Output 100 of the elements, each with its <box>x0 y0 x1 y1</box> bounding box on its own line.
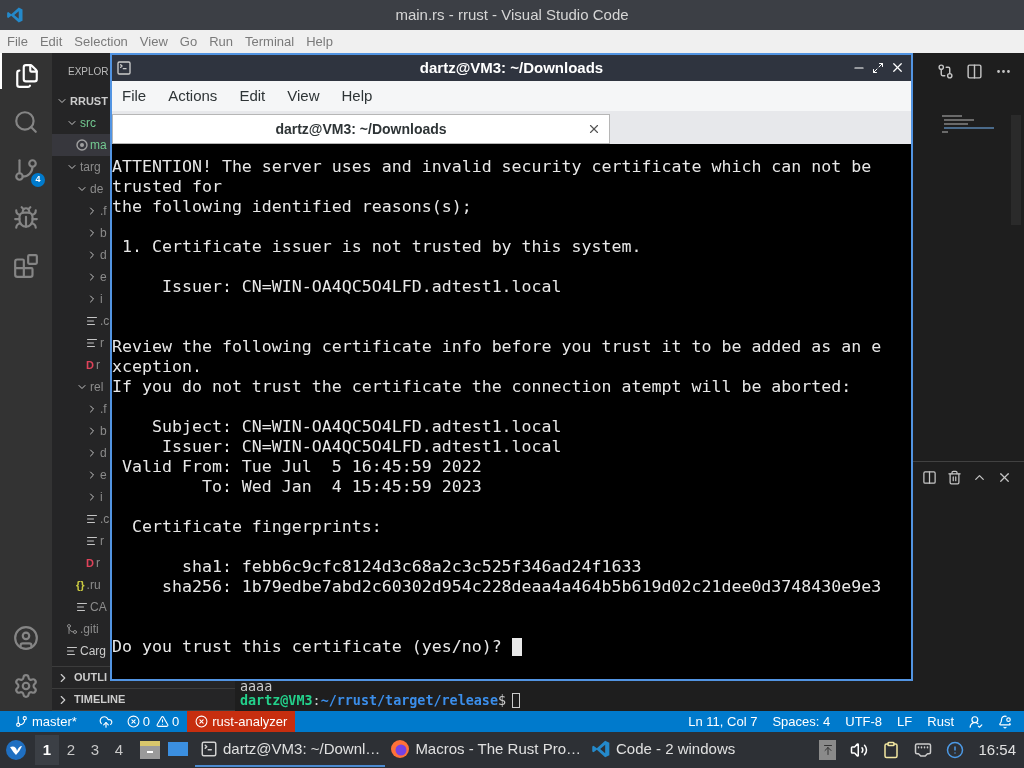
tree-item[interactable]: .f <box>52 398 110 420</box>
menu-item[interactable]: Help <box>341 84 373 108</box>
tree-item[interactable]: targ <box>52 156 110 178</box>
terminal-line: ATTENTION! The server uses and invalid security certificate which can not be <box>112 157 873 177</box>
close-icon[interactable] <box>890 60 905 75</box>
file-cabinet-icon[interactable] <box>139 740 161 760</box>
bell-icon[interactable] <box>998 714 1012 729</box>
taskbar-button[interactable]: Macros - The Rust Pro… <box>385 733 586 767</box>
tree-item[interactable]: D r <box>52 354 110 376</box>
menu-item[interactable]: Actions <box>168 84 218 108</box>
branch-status[interactable]: master* <box>15 711 77 732</box>
desktop-icon[interactable] <box>167 740 189 760</box>
workspace-switch[interactable]: 4 <box>107 735 131 765</box>
problems-status[interactable]: 0 0 <box>126 711 180 732</box>
tree-item[interactable]: i <box>52 288 110 310</box>
terminal-line: sha1: febb6c9cfc8124d3c68a2c3c525f346ad24f1633 <box>180 557 643 577</box>
settings-icon[interactable] <box>13 673 39 699</box>
code-editor-icon <box>591 739 611 759</box>
tree-item[interactable]: r <box>52 530 110 552</box>
status-item[interactable]: Rust <box>927 711 954 732</box>
taskbar-button[interactable]: dartz@VM3: ~/Downl… <box>195 733 386 767</box>
terminal-line: Certificate fingerprints: <box>130 517 383 537</box>
branch-icon <box>15 715 28 728</box>
tree-item[interactable]: .c <box>52 310 110 332</box>
files-icon[interactable] <box>14 63 40 89</box>
compare-icon[interactable] <box>937 63 954 80</box>
tab-close-icon[interactable] <box>587 122 601 136</box>
menu-item[interactable]: Go <box>179 31 198 52</box>
terminal-line: Do you trust this certificate (yes/no)? <box>112 637 503 657</box>
menu-item[interactable]: Help <box>306 31 333 52</box>
split-terminal-icon[interactable] <box>922 469 937 485</box>
menu-item[interactable]: Edit <box>39 31 63 52</box>
menu-item[interactable]: View <box>287 84 320 108</box>
person-icon[interactable] <box>969 714 983 729</box>
tree-item[interactable]: b <box>52 420 110 442</box>
extensions-icon[interactable] <box>13 253 39 279</box>
terminal-line: If you do not trust the certificate the connection atempt will be aborted: <box>112 377 853 397</box>
workspace-switch[interactable]: 3 <box>83 735 107 765</box>
status-item[interactable]: LF <box>897 711 913 732</box>
workspace-switch[interactable]: 2 <box>59 735 83 765</box>
trash-icon[interactable] <box>947 469 962 485</box>
tree-item[interactable]: src <box>52 112 110 134</box>
tree-item[interactable]: i <box>52 486 110 508</box>
tree-item[interactable]: rel <box>52 376 110 398</box>
tree-item[interactable]: d <box>52 442 110 464</box>
notification-badge: 4 <box>31 173 45 187</box>
taskbar-button[interactable]: Code - 2 windows <box>586 733 741 767</box>
search-icon[interactable] <box>13 109 39 135</box>
tree-item[interactable]: e <box>52 266 110 288</box>
account-icon[interactable] <box>13 625 39 651</box>
terminal-line: Valid From: Tue Jul 5 16:45:59 2022 <box>121 457 483 477</box>
tree-item[interactable]: d <box>52 244 110 266</box>
tree-item[interactable]: .c <box>52 508 110 530</box>
sync-icon[interactable] <box>98 714 113 729</box>
error-icon <box>195 715 209 728</box>
git-icon <box>66 623 78 635</box>
tree-item[interactable]: de <box>52 178 110 200</box>
terminal-tab[interactable]: dartz@VM3: ~/Downloads <box>112 114 610 144</box>
workspace-switch[interactable]: 1 <box>35 735 59 765</box>
text-cursor <box>512 693 521 708</box>
tree-item[interactable]: CA <box>52 596 110 618</box>
tree-item[interactable]: .giti <box>52 618 110 640</box>
menu-item[interactable]: Terminal <box>245 31 295 52</box>
tree-item[interactable]: ma <box>52 134 110 156</box>
clipboard-icon[interactable] <box>882 741 901 759</box>
tree-item[interactable]: .f <box>52 200 110 222</box>
menu-item[interactable]: Edit <box>239 84 266 108</box>
terminal-line: sha256: 1b79edbe7abd2c60302d954c228deaa4a464b5b619d02c21dee0d3748430e9e3 <box>160 577 883 597</box>
tree-item[interactable]: e <box>52 464 110 486</box>
rust-analyzer-status[interactable]: rust-analyzer <box>187 711 296 732</box>
source-control-icon[interactable] <box>13 157 39 183</box>
menu-item[interactable]: View <box>139 31 168 52</box>
tree-item[interactable]: RRUST <box>52 90 110 112</box>
terminal-line: Review the following certificate info before you trust it to be added as an e <box>112 337 883 357</box>
menu-item[interactable]: Selection <box>74 31 128 52</box>
tree-item[interactable]: D r <box>52 552 110 574</box>
tree-item[interactable]: r <box>52 332 110 354</box>
tree-item[interactable]: Carg <box>52 640 110 662</box>
start-menu-icon[interactable] <box>5 739 27 761</box>
terminal-icon <box>116 60 132 76</box>
maximize-icon[interactable] <box>872 61 884 74</box>
menu-item[interactable]: Run <box>209 31 233 52</box>
debug-icon[interactable] <box>13 205 39 231</box>
prompt-symbol: $ <box>498 693 507 708</box>
tree-item[interactable]: {} .ru <box>52 574 110 596</box>
clock[interactable]: 16:54 <box>978 738 1016 762</box>
volume-icon[interactable] <box>850 741 869 759</box>
terminal-line: Issuer: CN=WIN-OA4QC5O4LFD.adtest1.local <box>160 437 563 457</box>
split-editor-icon[interactable] <box>966 63 983 80</box>
eject-button[interactable] <box>819 740 837 760</box>
menu-item[interactable]: File <box>122 84 147 108</box>
status-item[interactable]: Spaces: 4 <box>772 711 831 732</box>
file-lines-icon <box>66 645 78 657</box>
browser-icon <box>390 739 411 759</box>
status-item[interactable]: Ln 11, Col 7 <box>688 711 758 732</box>
status-item[interactable]: UTF-8 <box>845 711 883 732</box>
tree-item[interactable]: b <box>52 222 110 244</box>
notification-icon[interactable] <box>946 741 965 759</box>
menu-item[interactable]: File <box>7 31 28 52</box>
network-icon[interactable] <box>914 741 933 759</box>
